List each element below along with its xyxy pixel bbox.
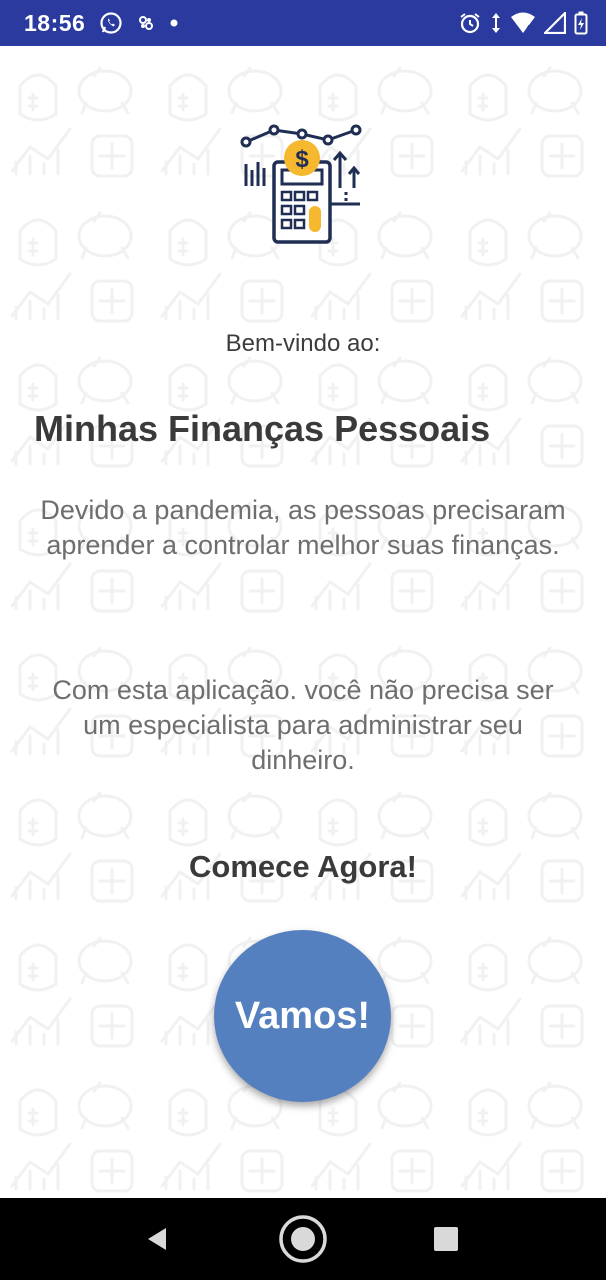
finance-calculator-icon: $ — [240, 124, 362, 244]
alarm-icon — [458, 11, 482, 35]
app-title: Minhas Finanças Pessoais — [34, 408, 491, 449]
wifi-icon: 4 — [510, 12, 536, 34]
main-content: $ Bem-vindo ao: Minhas Finanças Pessoais… — [0, 46, 606, 1198]
home-button[interactable] — [274, 1198, 332, 1280]
back-button[interactable] — [130, 1198, 186, 1280]
status-time: 18:56 — [24, 9, 86, 36]
status-bar: 18:56 4 — [0, 0, 606, 46]
battery-charging-icon — [574, 11, 588, 35]
app-notification-icon — [137, 14, 155, 32]
description-pandemic: Devido a pandemia, as pessoas precisaram… — [40, 495, 566, 560]
signal-icon — [544, 12, 566, 34]
description-app: Com esta aplicação. você não precisa ser… — [52, 675, 554, 775]
data-arrows-icon — [490, 12, 502, 34]
call-to-action: Comece Agora! — [189, 849, 417, 884]
navigation-bar — [0, 1198, 606, 1280]
start-button[interactable]: Vamos! — [214, 930, 391, 1102]
whatsapp-icon — [99, 11, 123, 35]
welcome-text: Bem-vindo ao: — [225, 330, 381, 357]
svg-text:$: $ — [295, 146, 309, 173]
back-icon — [148, 1228, 166, 1250]
dot-icon — [169, 18, 179, 28]
recent-apps-icon — [434, 1227, 458, 1251]
svg-text:4: 4 — [526, 24, 531, 33]
home-icon — [279, 1215, 327, 1263]
recent-apps-button[interactable] — [418, 1198, 474, 1280]
